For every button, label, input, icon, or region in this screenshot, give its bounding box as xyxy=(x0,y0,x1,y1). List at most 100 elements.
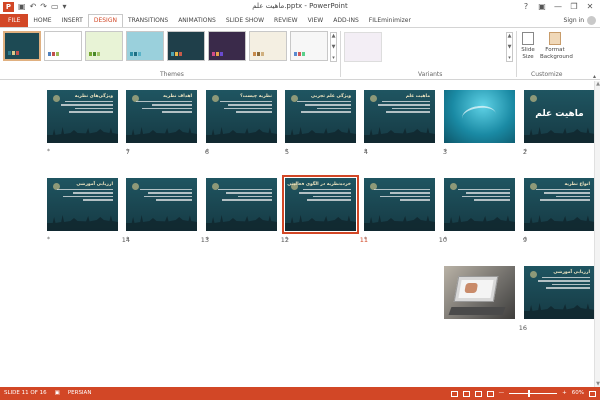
slide-sorter-view-icon[interactable] xyxy=(462,390,470,397)
slide-number: 11 xyxy=(359,236,368,244)
transition-marker-icon[interactable]: * xyxy=(47,148,50,155)
text-line xyxy=(156,199,192,201)
tab-transitions[interactable]: TRANSITIONS xyxy=(123,14,173,27)
slide-body-text xyxy=(369,101,430,113)
more-icon[interactable]: ▾ xyxy=(508,55,511,61)
slide-thumbnail[interactable]: اهداف نظریه xyxy=(126,90,197,143)
zoom-slider-thumb[interactable] xyxy=(528,390,531,397)
language-status[interactable]: PERSIAN xyxy=(68,387,92,400)
text-line xyxy=(313,195,351,198)
text-line xyxy=(546,287,590,289)
text-line xyxy=(75,107,113,110)
transition-marker-icon[interactable]: * xyxy=(47,236,50,243)
theme-thumbnail[interactable] xyxy=(249,31,287,61)
chevron-down-icon[interactable]: ▼ xyxy=(508,44,512,50)
slide-thumbnail[interactable]: ارزیابی آموزشی xyxy=(524,266,595,319)
theme-swatch xyxy=(12,51,15,55)
text-line xyxy=(474,199,510,201)
tab-home[interactable]: HOME xyxy=(28,14,56,27)
proofing-icon[interactable]: ▣ xyxy=(55,387,60,400)
theme-color-swatches xyxy=(48,52,59,56)
scroll-up-icon[interactable]: ▲ xyxy=(595,81,600,87)
text-line xyxy=(236,111,272,113)
theme-thumbnail[interactable] xyxy=(126,31,164,61)
zoom-out-button[interactable]: — xyxy=(499,387,505,400)
minimize-icon[interactable]: — xyxy=(550,0,566,13)
text-line xyxy=(317,107,351,110)
slide-thumbnail[interactable] xyxy=(364,178,435,231)
zoom-in-button[interactable]: + xyxy=(562,387,567,400)
tab-insert[interactable]: INSERT xyxy=(57,14,88,27)
tab-design[interactable]: DESIGN xyxy=(87,14,123,27)
slide-heading: ماهیت علم xyxy=(405,94,430,99)
slide-heading: ارزیابی آموزشی xyxy=(76,182,113,187)
slide-heading: خرده‌نظریه در الگوی فعالیتی xyxy=(287,182,351,187)
slide-count[interactable]: SLIDE 11 OF 16 xyxy=(4,387,47,400)
slide-thumbnail[interactable]: ماهیت علم xyxy=(524,90,595,143)
theme-thumbnail[interactable] xyxy=(167,31,205,61)
theme-swatch xyxy=(93,52,96,56)
format-background-button[interactable]: Format Background xyxy=(540,32,573,61)
slide-body-text xyxy=(449,189,510,201)
themes-gallery-scroll[interactable]: ▲ ▼ ▾ xyxy=(330,32,337,62)
tab-review[interactable]: REVIEW xyxy=(269,14,303,27)
theme-swatch xyxy=(52,52,55,56)
theme-thumbnail[interactable] xyxy=(3,31,41,61)
slide-thumbnail[interactable]: خرده‌نظریه در الگوی فعالیتی xyxy=(282,175,359,234)
slide-thumbnail[interactable]: ارزیابی آموزشی xyxy=(47,178,118,231)
variant-thumbnail[interactable] xyxy=(344,32,382,62)
close-icon[interactable]: ✕ xyxy=(582,0,598,13)
theme-swatch xyxy=(171,52,174,56)
slide-thumbnail[interactable]: ماهیت علم xyxy=(364,90,435,143)
slide-body-text xyxy=(52,101,113,113)
text-line xyxy=(556,195,590,198)
variants-gallery-scroll[interactable]: ▲ ▼ ▾ xyxy=(506,32,513,62)
theme-thumbnail[interactable] xyxy=(290,31,328,61)
vertical-scrollbar[interactable]: ▲ ▼ xyxy=(594,81,600,387)
slide-size-button[interactable]: Slide Size xyxy=(519,32,537,61)
ribbon-display-icon[interactable]: ▣ xyxy=(534,0,550,13)
text-line xyxy=(544,192,590,194)
tab-fileminimizer[interactable]: FILEminimizer xyxy=(364,14,416,27)
tab-view[interactable]: VIEW xyxy=(303,14,329,27)
more-icon[interactable]: ▾ xyxy=(332,55,335,61)
zoom-level[interactable]: 60% xyxy=(572,387,584,400)
slide-thumbnail[interactable] xyxy=(444,90,515,143)
text-line xyxy=(228,104,272,106)
theme-color-swatches xyxy=(89,52,100,56)
reading-view-icon[interactable] xyxy=(474,390,482,397)
tab-slide-show[interactable]: SLIDE SHOW xyxy=(221,14,269,27)
slide-thumbnail[interactable]: ویژگی علم تجربی xyxy=(285,90,356,143)
chevron-down-icon[interactable]: ▼ xyxy=(332,44,336,50)
help-icon[interactable]: ? xyxy=(518,0,534,13)
chevron-up-icon[interactable]: ▲ xyxy=(508,33,512,39)
text-line xyxy=(140,189,192,191)
zoom-slider[interactable] xyxy=(509,390,558,397)
collapse-ribbon-icon[interactable]: ▴ xyxy=(593,73,596,80)
tab-file[interactable]: FILE xyxy=(0,14,29,27)
slide-show-view-icon[interactable] xyxy=(486,390,494,397)
text-line xyxy=(305,104,351,106)
fit-slide-icon[interactable] xyxy=(589,390,596,397)
slide-thumbnail[interactable] xyxy=(206,178,277,231)
slide-thumbnail[interactable] xyxy=(444,178,515,231)
theme-thumbnail[interactable] xyxy=(208,31,246,61)
chevron-up-icon[interactable]: ▲ xyxy=(332,33,336,39)
slide-title: ماهیت علم xyxy=(535,109,584,119)
tab-add-ins[interactable]: ADD-INS xyxy=(328,14,364,27)
slide-thumbnail[interactable] xyxy=(444,266,515,319)
keyboard-image xyxy=(448,307,506,315)
normal-view-icon[interactable] xyxy=(450,390,458,397)
text-line xyxy=(152,104,192,106)
sign-in[interactable]: Sign in xyxy=(564,14,596,27)
slide-thumbnail[interactable]: انواع نظریه xyxy=(524,178,595,231)
tab-animations[interactable]: ANIMATIONS xyxy=(173,14,221,27)
slide-thumbnail[interactable]: نظریه چیست؟ xyxy=(206,90,277,143)
text-line xyxy=(148,192,192,194)
theme-swatch xyxy=(257,52,260,56)
theme-thumbnail[interactable] xyxy=(85,31,123,61)
slide-thumbnail[interactable]: ویژگی‌های نظریه xyxy=(47,90,118,143)
theme-thumbnail[interactable] xyxy=(44,31,82,61)
restore-icon[interactable]: ❐ xyxy=(566,0,582,13)
slide-thumbnail[interactable] xyxy=(126,178,197,231)
